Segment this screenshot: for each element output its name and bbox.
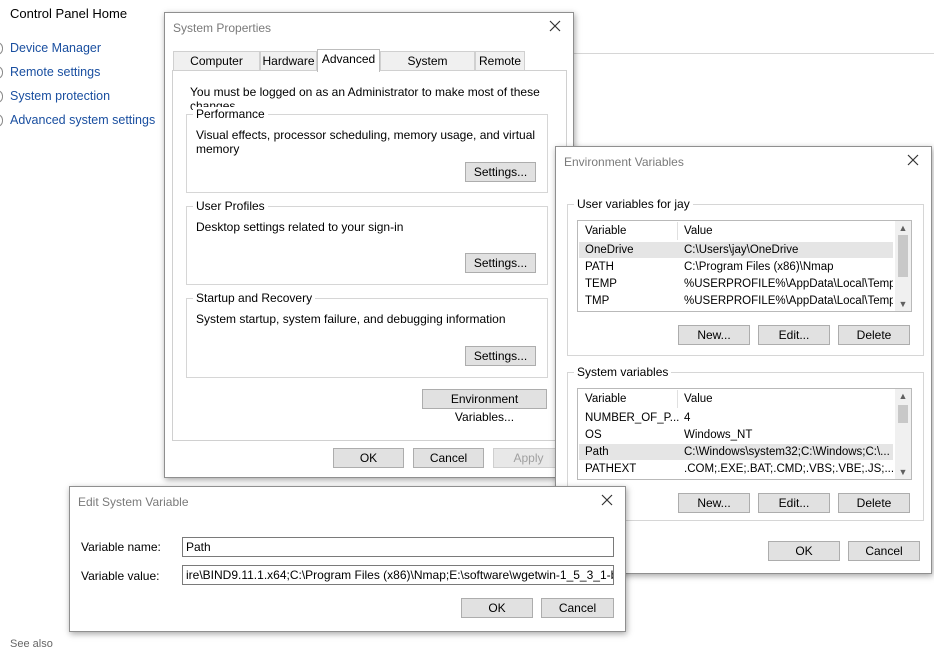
chevron-down-icon[interactable]: ▼ <box>895 297 911 311</box>
see-also-label: See also <box>10 638 53 650</box>
row-value: C:\Program Files (x86)\Nmap <box>684 261 834 273</box>
row-value: C:\Windows\system32;C:\Windows;C:\... <box>684 446 890 458</box>
row-variable: TMP <box>585 295 610 307</box>
scrollbar-thumb[interactable] <box>898 235 908 277</box>
row-variable: TEMP <box>585 278 617 290</box>
table-row[interactable]: OneDrive C:\Users\jay\OneDrive <box>579 242 893 258</box>
row-value: C:\Users\jay\OneDrive <box>684 244 799 256</box>
user-profiles-label: User Profiles <box>193 199 268 213</box>
startup-recovery-group: Startup and Recovery System startup, sys… <box>186 291 548 378</box>
table-row[interactable]: OS Windows_NT <box>579 427 893 443</box>
tab-advanced[interactable]: Advanced <box>317 49 380 72</box>
variable-value-label: Variable value: <box>81 569 160 583</box>
variable-name-input[interactable]: Path <box>182 537 614 557</box>
user-variables-list[interactable]: Variable Value OneDrive C:\Users\jay\One… <box>577 220 912 312</box>
table-row[interactable]: PATHEXT .COM;.EXE;.BAT;.CMD;.VBS;.VBE;.J… <box>579 461 893 477</box>
performance-settings-button[interactable]: Settings... <box>465 162 536 182</box>
remote-settings-link[interactable]: Remote settings <box>10 65 100 79</box>
row-variable: OneDrive <box>585 244 634 256</box>
advanced-system-settings-link[interactable]: Advanced system settings <box>10 113 155 127</box>
row-value: 4 <box>684 412 691 424</box>
system-protection-link[interactable]: System protection <box>10 89 110 103</box>
variable-value-input[interactable]: ire\BIND9.11.1.x64;C:\Program Files (x86… <box>182 565 614 585</box>
row-value: Windows_NT <box>684 429 753 441</box>
row-value: %USERPROFILE%\AppData\Local\Temp <box>684 278 893 290</box>
device-manager-link[interactable]: Device Manager <box>10 41 101 55</box>
system-variables-list[interactable]: Variable Value NUMBER_OF_P... 4 OS Windo… <box>577 388 912 480</box>
vertical-scrollbar[interactable]: ▲ ▼ <box>895 221 911 311</box>
ok-button[interactable]: OK <box>333 448 404 468</box>
cancel-button[interactable]: Cancel <box>413 448 484 468</box>
system-properties-dialog: System Properties Computer Name Hardware… <box>164 12 574 478</box>
row-variable: OS <box>585 429 602 441</box>
vertical-scrollbar[interactable]: ▲ ▼ <box>895 389 911 479</box>
performance-group: Performance Visual effects, processor sc… <box>186 107 548 193</box>
column-header-variable[interactable]: Variable <box>585 389 626 409</box>
edit-system-variable-dialog: Edit System Variable Variable name: Path… <box>69 486 626 632</box>
user-new-button[interactable]: New... <box>678 325 750 345</box>
performance-label: Performance <box>193 107 268 121</box>
cancel-button[interactable]: Cancel <box>541 598 614 618</box>
row-variable: PATHEXT <box>585 463 637 475</box>
tab-remote[interactable]: Remote <box>475 51 525 70</box>
tab-system-protection[interactable]: System Protection <box>380 51 475 86</box>
chevron-down-icon[interactable]: ▼ <box>895 465 911 479</box>
startup-recovery-settings-button[interactable]: Settings... <box>465 346 536 366</box>
close-icon[interactable] <box>903 150 923 170</box>
row-value: .COM;.EXE;.BAT;.CMD;.VBS;.VBE;.JS;.... <box>684 463 893 475</box>
variable-name-label: Variable name: <box>81 540 161 554</box>
dialog-title: System Properties <box>173 21 272 35</box>
apply-button[interactable]: Apply <box>493 448 564 468</box>
close-icon[interactable] <box>597 490 617 510</box>
column-header-value[interactable]: Value <box>684 389 713 409</box>
system-edit-button[interactable]: Edit... <box>758 493 830 513</box>
shield-icon <box>0 42 3 55</box>
tab-hardware[interactable]: Hardware <box>260 51 317 70</box>
row-variable: NUMBER_OF_P... <box>585 412 680 424</box>
startup-recovery-label: Startup and Recovery <box>193 291 316 305</box>
chevron-up-icon[interactable]: ▲ <box>895 389 911 403</box>
shield-icon <box>0 66 3 79</box>
system-variables-label: System variables <box>574 365 672 379</box>
cancel-button[interactable]: Cancel <box>848 541 920 561</box>
table-row[interactable]: Path C:\Windows\system32;C:\Windows;C:\.… <box>579 444 893 460</box>
divider <box>572 53 934 54</box>
scrollbar-thumb[interactable] <box>898 405 908 423</box>
table-row[interactable]: PATH C:\Program Files (x86)\Nmap <box>579 259 893 275</box>
advanced-tab-panel: You must be logged on as an Administrato… <box>172 70 567 441</box>
row-variable: PATH <box>585 261 614 273</box>
close-icon[interactable] <box>545 16 565 36</box>
chevron-up-icon[interactable]: ▲ <box>895 221 911 235</box>
user-profiles-group: User Profiles Desktop settings related t… <box>186 199 548 285</box>
row-variable: Path <box>585 446 609 458</box>
control-panel-home-link[interactable]: Control Panel Home <box>10 6 127 21</box>
column-header-value[interactable]: Value <box>684 221 713 241</box>
user-delete-button[interactable]: Delete <box>838 325 910 345</box>
ok-button[interactable]: OK <box>461 598 533 618</box>
user-edit-button[interactable]: Edit... <box>758 325 830 345</box>
shield-icon <box>0 90 3 103</box>
performance-description: Visual effects, processor scheduling, me… <box>196 128 536 156</box>
tab-computer-name[interactable]: Computer Name <box>173 51 260 86</box>
table-row[interactable]: TEMP %USERPROFILE%\AppData\Local\Temp <box>579 276 893 292</box>
user-profiles-description: Desktop settings related to your sign-in <box>196 220 404 234</box>
system-delete-button[interactable]: Delete <box>838 493 910 513</box>
dialog-title: Edit System Variable <box>78 495 189 509</box>
column-divider <box>677 390 678 408</box>
user-variables-group: User variables for jay Variable Value On… <box>567 197 924 356</box>
ok-button[interactable]: OK <box>768 541 840 561</box>
table-row[interactable]: TMP %USERPROFILE%\AppData\Local\Temp <box>579 293 893 309</box>
user-profiles-settings-button[interactable]: Settings... <box>465 253 536 273</box>
shield-icon <box>0 114 3 127</box>
row-value: %USERPROFILE%\AppData\Local\Temp <box>684 295 893 307</box>
dialog-title: Environment Variables <box>564 155 684 169</box>
table-row[interactable]: NUMBER_OF_P... 4 <box>579 410 893 426</box>
user-variables-label: User variables for jay <box>574 197 693 211</box>
column-divider <box>677 222 678 240</box>
environment-variables-button[interactable]: Environment Variables... <box>422 389 547 424</box>
system-new-button[interactable]: New... <box>678 493 750 513</box>
column-header-variable[interactable]: Variable <box>585 221 626 241</box>
startup-recovery-description: System startup, system failure, and debu… <box>196 312 506 326</box>
